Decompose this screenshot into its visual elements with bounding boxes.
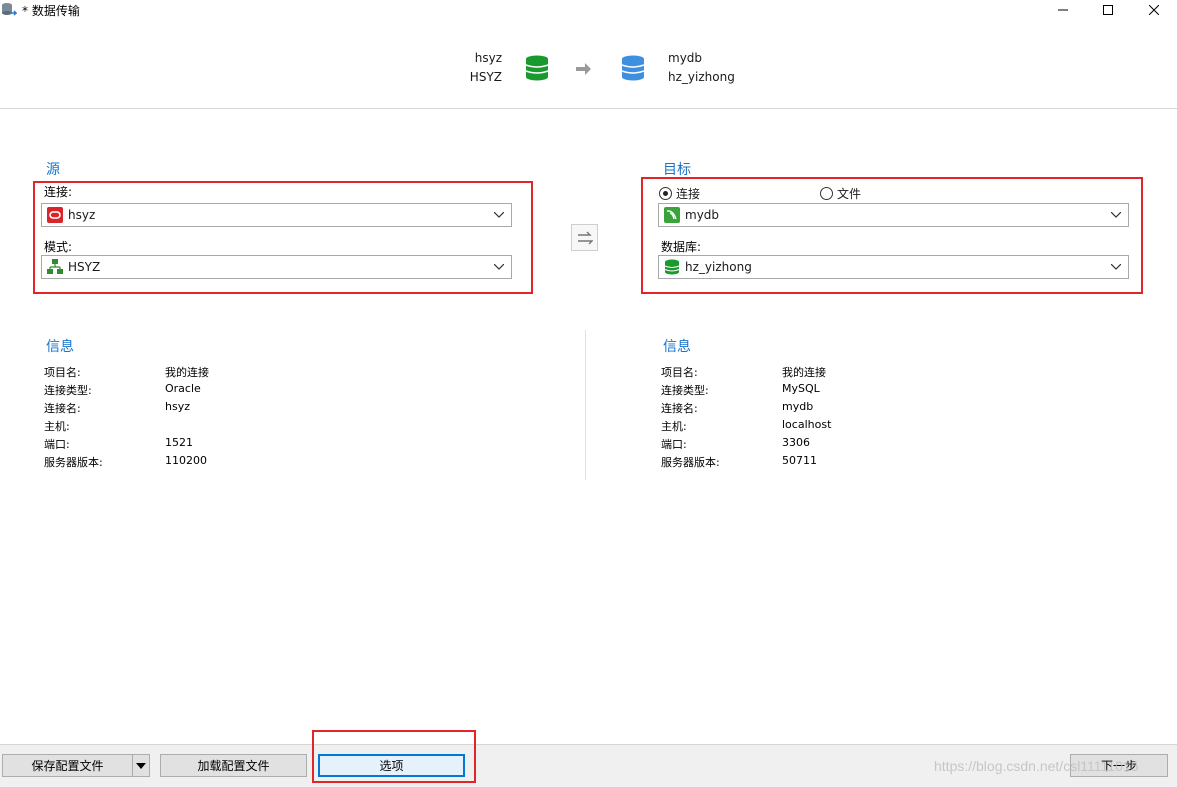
data-transfer-icon [2, 3, 17, 16]
source-schema-select[interactable]: HSYZ [41, 255, 512, 279]
info-divider [585, 330, 586, 480]
watermark: https://blog.csdn.net/csl11111015 [934, 758, 1139, 774]
info-value: 3306 [782, 436, 810, 449]
green-database-icon [525, 55, 549, 81]
target-connection-select[interactable]: mydb [658, 203, 1129, 227]
info-key: 连接名: [661, 402, 698, 415]
source-connection-label: 连接: [44, 185, 73, 199]
load-profile-button[interactable]: 加载配置文件 [160, 754, 307, 777]
info-key: 端口: [661, 438, 687, 451]
info-value: localhost [782, 418, 832, 431]
oracle-icon [47, 207, 63, 223]
source-title: 源 [46, 162, 60, 178]
target-database-select[interactable]: hz_yizhong [658, 255, 1129, 279]
title-bar: * 数据传输 [0, 0, 1177, 20]
radio-unselected-icon [820, 187, 833, 200]
close-button[interactable] [1131, 0, 1177, 20]
swap-icon [577, 231, 593, 244]
source-schema-value: HSYZ [68, 260, 101, 274]
database-icon [664, 259, 680, 275]
info-value: Oracle [165, 382, 201, 395]
source-connection-select[interactable]: hsyz [41, 203, 512, 227]
save-profile-dropdown-button[interactable] [132, 754, 150, 777]
info-key: 连接类型: [661, 384, 709, 397]
info-value: mydb [782, 400, 814, 413]
target-info-title: 信息 [663, 339, 691, 355]
chevron-down-icon [491, 259, 507, 275]
header-source-connection: hsyz [474, 51, 502, 65]
source-connection-value: hsyz [68, 208, 96, 222]
info-value: 我的连接 [165, 366, 209, 379]
target-database-label: 数据库: [661, 240, 702, 254]
info-key: 项目名: [44, 366, 81, 379]
info-key: 主机: [44, 420, 70, 433]
chevron-down-icon [1108, 207, 1124, 223]
options-highlight-box [312, 730, 476, 783]
save-profile-button[interactable]: 保存配置文件 [2, 754, 133, 777]
target-radio-connection[interactable]: 连接 [659, 185, 700, 202]
save-profile-label: 保存配置文件 [31, 759, 104, 773]
info-value: 我的连接 [782, 366, 826, 379]
info-key: 项目名: [661, 366, 698, 379]
maximize-button[interactable] [1085, 0, 1131, 20]
mysql-icon [664, 207, 680, 223]
target-title: 目标 [663, 162, 691, 178]
info-key: 主机: [661, 420, 687, 433]
close-icon [1149, 5, 1159, 15]
schema-icon [47, 259, 63, 274]
header-target-connection: mydb [668, 51, 703, 65]
target-radio-file[interactable]: 文件 [820, 185, 861, 202]
info-value: MySQL [782, 382, 820, 395]
window-title: * 数据传输 [22, 4, 80, 18]
source-info-title: 信息 [46, 339, 74, 355]
info-key: 连接名: [44, 402, 81, 415]
load-profile-label: 加载配置文件 [197, 759, 270, 773]
minimize-button[interactable] [1040, 0, 1086, 20]
info-key: 服务器版本: [661, 456, 720, 469]
info-value: hsyz [165, 400, 190, 413]
triangle-down-icon [136, 762, 146, 769]
target-radio-connection-label: 连接 [676, 187, 701, 201]
chevron-down-icon [1108, 259, 1124, 275]
info-value: 50711 [782, 454, 817, 467]
maximize-icon [1103, 5, 1113, 15]
info-value: 1521 [165, 436, 193, 449]
right-arrow-icon [576, 63, 591, 75]
info-key: 端口: [44, 438, 70, 451]
target-connection-value: mydb [685, 208, 720, 222]
minimize-icon [1058, 9, 1068, 11]
swap-source-target-button[interactable] [571, 224, 598, 251]
info-key: 服务器版本: [44, 456, 103, 469]
blue-database-icon [621, 55, 645, 81]
target-radio-file-label: 文件 [837, 187, 862, 201]
target-database-value: hz_yizhong [685, 260, 752, 274]
info-key: 连接类型: [44, 384, 92, 397]
transfer-header: hsyz HSYZ mydb hz_yizhong [0, 20, 1177, 109]
info-value: 110200 [165, 454, 207, 467]
radio-selected-icon [659, 187, 672, 200]
header-source-schema: HSYZ [469, 70, 502, 84]
source-schema-label: 模式: [44, 240, 73, 254]
header-target-database: hz_yizhong [668, 70, 735, 84]
chevron-down-icon [491, 207, 507, 223]
